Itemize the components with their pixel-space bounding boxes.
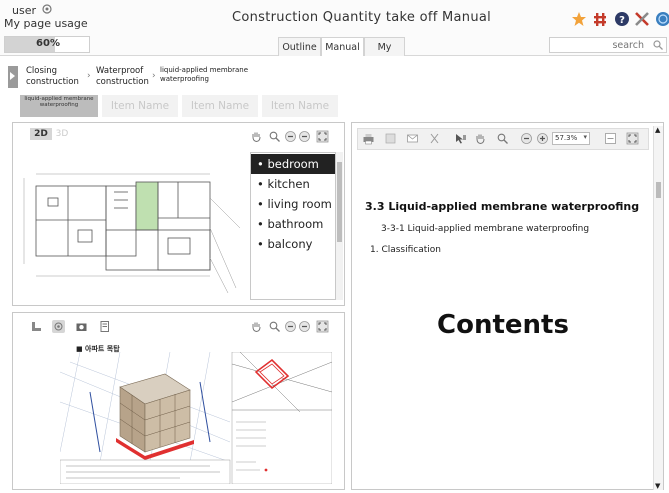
item-tab[interactable]: Item Name bbox=[102, 95, 178, 117]
tab-my[interactable]: My bbox=[364, 37, 405, 56]
zoom-region-icon[interactable] bbox=[268, 320, 281, 333]
search-input[interactable] bbox=[554, 38, 644, 52]
select-cursor-icon[interactable] bbox=[454, 132, 467, 145]
fullscreen-icon[interactable] bbox=[316, 130, 329, 143]
camera-icon[interactable] bbox=[75, 320, 88, 333]
room-item-bathroom[interactable]: • bathroom bbox=[251, 214, 335, 234]
fit-page-icon[interactable] bbox=[604, 132, 617, 145]
mail-icon[interactable] bbox=[406, 132, 419, 145]
room-item-kitchen[interactable]: • kitchen bbox=[251, 174, 335, 194]
settings-icon[interactable] bbox=[40, 2, 54, 16]
item-tab-liquid-applied[interactable]: liquid-applied membrane waterproofing bbox=[20, 95, 98, 117]
tab-manual[interactable]: Manual bbox=[321, 37, 364, 56]
floor-plan-drawing bbox=[23, 173, 241, 294]
chevron-right-icon: › bbox=[87, 71, 91, 81]
breadcrumb-line: construction bbox=[26, 77, 79, 87]
chevron-down-icon: ▾ bbox=[583, 133, 587, 141]
tools-icon[interactable] bbox=[633, 10, 651, 28]
zoom-out-icon[interactable] bbox=[298, 320, 311, 333]
triangle-right-icon bbox=[10, 72, 15, 80]
breadcrumb-line: Closing bbox=[26, 66, 58, 76]
zoom-region-icon[interactable] bbox=[496, 132, 509, 145]
user-name: user bbox=[12, 4, 36, 17]
3d-building-model bbox=[60, 352, 332, 484]
room-item-living-room[interactable]: • living room bbox=[251, 194, 335, 214]
zoom-out-icon[interactable] bbox=[520, 132, 533, 145]
usage-progress-bar: 60% bbox=[4, 36, 90, 53]
scroll-thumb[interactable] bbox=[337, 162, 342, 242]
document-scrollbar[interactable]: ▲ ▼ bbox=[653, 126, 663, 490]
sidebar-toggle-button[interactable] bbox=[8, 66, 18, 88]
breadcrumb-item-closing[interactable]: Closing construction bbox=[26, 66, 79, 88]
zoom-in-icon[interactable] bbox=[284, 130, 297, 143]
room-list: • bedroom • kitchen • living room • bath… bbox=[250, 152, 336, 300]
room-item-bedroom[interactable]: • bedroom bbox=[251, 154, 335, 174]
move-icon[interactable] bbox=[591, 10, 609, 28]
fullscreen-icon[interactable] bbox=[626, 132, 639, 145]
scroll-thumb[interactable] bbox=[656, 182, 661, 198]
svg-text:?: ? bbox=[619, 15, 625, 26]
document-panel bbox=[351, 122, 664, 490]
star-icon[interactable] bbox=[570, 10, 588, 28]
mode-2d-button[interactable]: 2D bbox=[30, 128, 52, 140]
save-icon[interactable] bbox=[384, 132, 397, 145]
zoom-region-icon[interactable] bbox=[268, 130, 281, 143]
scroll-down-icon[interactable]: ▼ bbox=[655, 482, 660, 490]
breadcrumb-line: Waterproof bbox=[96, 66, 144, 76]
zoom-out-icon[interactable] bbox=[298, 130, 311, 143]
zoom-select[interactable]: 57.3% ▾ bbox=[552, 132, 590, 145]
tab-outline[interactable]: Outline bbox=[278, 37, 321, 56]
scroll-up-icon[interactable]: ▲ bbox=[655, 126, 660, 134]
chevron-right-icon: › bbox=[152, 71, 156, 81]
breadcrumb-item-liquid-applied[interactable]: liquid-applied membrane waterproofing bbox=[160, 66, 248, 84]
room-list-scrollbar[interactable] bbox=[336, 152, 343, 300]
zoom-value: 57.3% bbox=[555, 134, 578, 142]
item-tab[interactable]: Item Name bbox=[182, 95, 258, 117]
print-icon[interactable] bbox=[362, 132, 375, 145]
page-title: Construction Quantity take off Manual bbox=[232, 10, 492, 25]
my-page-usage-label: My page usage bbox=[4, 17, 88, 30]
search-box bbox=[549, 37, 667, 53]
fullscreen-icon[interactable] bbox=[316, 320, 329, 333]
breadcrumb-line: construction bbox=[96, 77, 149, 87]
item-tab[interactable]: Item Name bbox=[262, 95, 338, 117]
pan-hand-icon[interactable] bbox=[250, 320, 263, 333]
breadcrumb-item-waterproof[interactable]: Waterproof construction bbox=[96, 66, 149, 88]
zoom-in-icon[interactable] bbox=[536, 132, 549, 145]
usage-percent: 60% bbox=[36, 38, 60, 49]
help-icon[interactable]: ? bbox=[613, 10, 631, 28]
section-view-icon[interactable] bbox=[30, 320, 43, 333]
zoom-in-icon[interactable] bbox=[284, 320, 297, 333]
pan-hand-icon[interactable] bbox=[250, 130, 263, 143]
document-subheading: 3-3-1 Liquid-applied membrane waterproof… bbox=[381, 224, 590, 234]
contents-placeholder: Contents bbox=[437, 310, 569, 340]
view-angle-icon[interactable] bbox=[52, 320, 65, 333]
breadcrumb-line: liquid-applied membrane bbox=[160, 66, 249, 74]
document-icon[interactable] bbox=[98, 320, 111, 333]
globe-icon[interactable] bbox=[654, 10, 669, 28]
pan-hand-icon[interactable] bbox=[474, 132, 487, 145]
document-heading: 3.3 Liquid-applied membrane waterproofin… bbox=[365, 200, 640, 213]
mode-3d-button[interactable]: 3D bbox=[53, 128, 71, 140]
document-item: 1. Classification bbox=[370, 245, 441, 255]
cut-icon[interactable] bbox=[428, 132, 441, 145]
search-icon[interactable] bbox=[652, 39, 664, 51]
breadcrumb-line: waterproofing bbox=[160, 75, 209, 83]
room-item-balcony[interactable]: • balcony bbox=[251, 234, 335, 254]
